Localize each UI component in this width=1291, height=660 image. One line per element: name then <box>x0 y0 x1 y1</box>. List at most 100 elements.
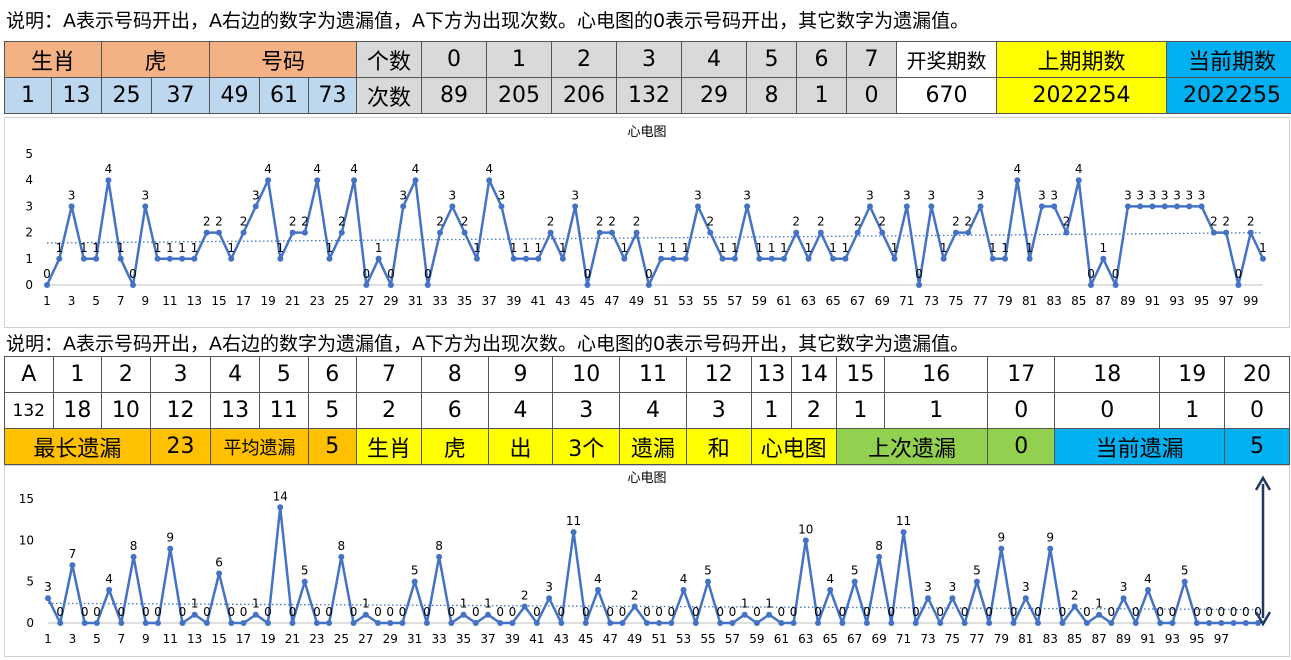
data-point <box>1120 595 1127 602</box>
x-tick-label: 29 <box>383 294 398 308</box>
x-tick-label: 73 <box>924 294 939 308</box>
x-tick-label: 37 <box>482 294 497 308</box>
data-label: 0 <box>1083 605 1091 619</box>
data-point <box>129 282 136 288</box>
data-label: 4 <box>313 162 321 176</box>
data-label: 0 <box>753 605 761 619</box>
data-point <box>1096 611 1103 618</box>
y-tick-label: 1 <box>25 252 33 266</box>
gap-count: 5 <box>307 392 358 429</box>
data-label: 14 <box>273 489 288 503</box>
data-label: 2 <box>1071 588 1079 602</box>
data-label: 1 <box>620 241 628 255</box>
data-label: 0 <box>179 605 187 619</box>
data-label: 1 <box>117 241 125 255</box>
number-cell: 61 <box>259 77 310 114</box>
gap-count: 1 <box>835 392 886 429</box>
data-label: 1 <box>891 241 899 255</box>
data-point <box>817 229 824 236</box>
data-point <box>1218 620 1225 626</box>
data-point <box>362 611 369 618</box>
data-point <box>535 255 542 262</box>
data-point <box>301 229 308 236</box>
data-point <box>1010 620 1017 626</box>
data-point <box>682 255 689 262</box>
gap-count: 6 <box>420 392 489 429</box>
data-point <box>130 553 137 560</box>
data-point <box>582 620 589 626</box>
data-label: 0 <box>790 605 798 619</box>
header-0: 0 <box>421 41 488 78</box>
data-point <box>756 255 763 262</box>
x-tick-label: 81 <box>1022 294 1037 308</box>
data-point <box>790 620 797 626</box>
data-label: 5 <box>851 564 859 578</box>
data-label: 1 <box>80 241 88 255</box>
x-tick-label: 89 <box>1116 632 1131 646</box>
data-point <box>387 282 394 288</box>
x-tick-label: 19 <box>260 294 275 308</box>
x-tick-label: 65 <box>823 632 838 646</box>
data-label: 0 <box>203 605 211 619</box>
data-label: 1 <box>731 241 739 255</box>
data-label: 0 <box>1205 605 1213 619</box>
x-tick-label: 1 <box>44 632 52 646</box>
data-label: 0 <box>424 267 432 281</box>
data-point <box>830 255 837 262</box>
data-label: 0 <box>118 605 126 619</box>
data-label: 3 <box>68 188 76 202</box>
header-current-issue: 当前期数 <box>1166 41 1291 78</box>
data-label: 0 <box>240 605 248 619</box>
data-point <box>338 229 345 236</box>
x-tick-label: 11 <box>163 632 178 646</box>
x-tick-label: 13 <box>187 632 202 646</box>
x-tick-label: 75 <box>945 632 960 646</box>
data-point <box>497 620 504 626</box>
data-label: 2 <box>1247 215 1255 229</box>
data-label: 0 <box>399 605 407 619</box>
data-label: 4 <box>1075 162 1083 176</box>
data-point <box>44 282 50 288</box>
data-point <box>633 229 640 236</box>
data-label: 0 <box>1112 267 1120 281</box>
data-label: 0 <box>558 605 566 619</box>
data-point <box>668 620 675 626</box>
data-point <box>1051 203 1058 210</box>
data-label: 0 <box>839 605 847 619</box>
data-point <box>559 255 566 262</box>
x-tick-label: 59 <box>752 294 767 308</box>
caption-word: 遗漏 <box>619 428 687 465</box>
gap-count: 2 <box>356 392 422 429</box>
data-point <box>977 203 984 210</box>
x-tick-label: 53 <box>676 632 691 646</box>
x-tick-label: 93 <box>1169 294 1184 308</box>
data-label: 4 <box>412 162 420 176</box>
data-label: 1 <box>252 597 260 611</box>
x-tick-label: 69 <box>875 294 890 308</box>
x-tick-label: 3 <box>69 632 77 646</box>
x-tick-label: 13 <box>187 294 202 308</box>
times-value: 1 <box>796 77 848 114</box>
data-point <box>694 203 701 210</box>
data-point <box>879 229 886 236</box>
gap-header: 20 <box>1224 356 1290 393</box>
data-label: 0 <box>643 605 651 619</box>
data-label: 1 <box>473 241 481 255</box>
current-gap-label: 当前遗漏 <box>1054 428 1226 465</box>
data-point <box>1002 255 1009 262</box>
data-label: 7 <box>69 547 77 561</box>
ecg-chart-2: 心电图 0 5 10 15 1 3 5 7 9 11 13 15 17 19 21 23 25 27 29 31 33 35… <box>4 465 1290 657</box>
data-point <box>619 620 626 626</box>
caption-word: 虎 <box>420 428 489 465</box>
data-label: 4 <box>485 162 493 176</box>
data-label: 9 <box>998 531 1006 545</box>
data-point <box>228 255 235 262</box>
data-point <box>1174 203 1181 210</box>
data-label: 1 <box>940 241 948 255</box>
data-label: 1 <box>484 597 492 611</box>
data-point <box>692 620 699 626</box>
data-point <box>363 282 370 288</box>
x-tick-label: 87 <box>1096 294 1111 308</box>
gap-count: 11 <box>258 392 309 429</box>
data-point <box>1026 255 1033 262</box>
